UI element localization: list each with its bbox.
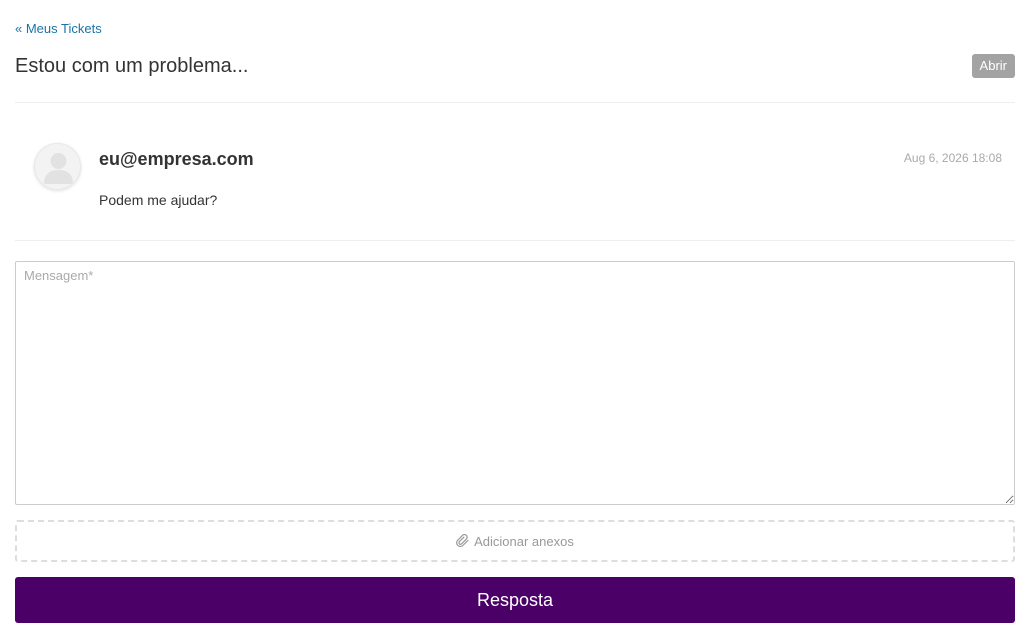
user-avatar-icon	[34, 143, 81, 190]
paperclip-icon	[456, 534, 470, 548]
back-to-tickets-link[interactable]: « Meus Tickets	[15, 21, 102, 37]
header-divider	[15, 102, 1015, 103]
add-attachments-button[interactable]: Adicionar anexos	[15, 520, 1015, 562]
message-input[interactable]	[15, 261, 1015, 505]
message-body: Podem me ajudar?	[99, 192, 218, 208]
ticket-title: Estou com um problema...	[15, 55, 249, 77]
thread-divider	[15, 240, 1015, 241]
message-timestamp: Aug 6, 2026 18:08	[903, 151, 1002, 165]
message-author: eu@empresa.com	[99, 149, 254, 169]
ticket-status-badge: Abrir	[971, 54, 1015, 78]
add-attachments-label: Adicionar anexos	[474, 533, 574, 549]
reply-submit-button[interactable]: Resposta	[15, 577, 1015, 623]
